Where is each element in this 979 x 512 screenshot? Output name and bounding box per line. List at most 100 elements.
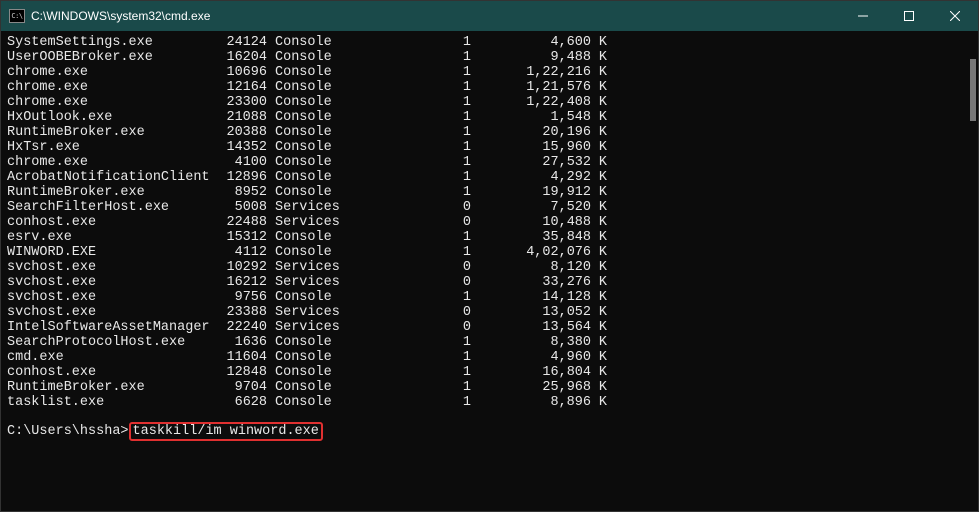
process-name: RuntimeBroker.exe [7, 185, 207, 200]
process-memory: 14,128 [471, 290, 591, 305]
table-row: IntelSoftwareAssetManager22240 Services0… [7, 320, 972, 335]
process-name: conhost.exe [7, 215, 207, 230]
process-name: HxTsr.exe [7, 140, 207, 155]
process-memory: 16,804 [471, 365, 591, 380]
titlebar[interactable]: C:\ C:\WINDOWS\system32\cmd.exe [1, 1, 978, 31]
process-name: AcrobatNotificationClient [7, 170, 207, 185]
process-sessnum: 0 [451, 275, 471, 290]
process-pid: 14352 [207, 140, 267, 155]
process-name: UserOOBEBroker.exe [7, 50, 207, 65]
process-session: Console [275, 230, 451, 245]
process-pid: 6628 [207, 395, 267, 410]
process-sessnum: 1 [451, 245, 471, 260]
typed-command[interactable]: taskkill/im winword.exe [133, 424, 319, 439]
process-sessnum: 1 [451, 350, 471, 365]
table-row: UserOOBEBroker.exe16204 Console19,488K [7, 50, 972, 65]
table-row: SearchProtocolHost.exe1636 Console18,380… [7, 335, 972, 350]
process-pid: 9704 [207, 380, 267, 395]
table-row: RuntimeBroker.exe9704 Console125,968K [7, 380, 972, 395]
process-memory: 4,02,076 [471, 245, 591, 260]
close-button[interactable] [932, 1, 978, 31]
process-session: Console [275, 155, 451, 170]
process-name: chrome.exe [7, 65, 207, 80]
process-mem-unit: K [591, 305, 607, 320]
process-name: svchost.exe [7, 305, 207, 320]
process-memory: 20,196 [471, 125, 591, 140]
process-sessnum: 1 [451, 230, 471, 245]
process-sessnum: 1 [451, 140, 471, 155]
command-highlight: taskkill/im winword.exe [129, 422, 323, 441]
table-row: svchost.exe9756 Console114,128K [7, 290, 972, 305]
process-session: Console [275, 185, 451, 200]
process-mem-unit: K [591, 185, 607, 200]
process-pid: 4112 [207, 245, 267, 260]
process-mem-unit: K [591, 380, 607, 395]
process-memory: 1,548 [471, 110, 591, 125]
process-session: Services [275, 320, 451, 335]
process-memory: 8,896 [471, 395, 591, 410]
table-row: svchost.exe16212 Services033,276K [7, 275, 972, 290]
process-memory: 1,22,216 [471, 65, 591, 80]
table-row: tasklist.exe6628 Console18,896K [7, 395, 972, 410]
process-name: WINWORD.EXE [7, 245, 207, 260]
process-sessnum: 1 [451, 395, 471, 410]
process-mem-unit: K [591, 95, 607, 110]
table-row: conhost.exe22488 Services010,488K [7, 215, 972, 230]
process-pid: 9756 [207, 290, 267, 305]
process-mem-unit: K [591, 140, 607, 155]
process-name: SearchProtocolHost.exe [7, 335, 207, 350]
process-memory: 35,848 [471, 230, 591, 245]
process-session: Console [275, 170, 451, 185]
process-name: RuntimeBroker.exe [7, 380, 207, 395]
window-title: C:\WINDOWS\system32\cmd.exe [31, 9, 210, 23]
process-mem-unit: K [591, 395, 607, 410]
process-name: cmd.exe [7, 350, 207, 365]
process-mem-unit: K [591, 275, 607, 290]
process-name: svchost.exe [7, 290, 207, 305]
process-memory: 4,960 [471, 350, 591, 365]
process-pid: 12896 [207, 170, 267, 185]
minimize-button[interactable] [840, 1, 886, 31]
table-row: chrome.exe10696 Console11,22,216K [7, 65, 972, 80]
prompt-line[interactable]: C:\Users\hssha>taskkill/im winword.exe [7, 424, 972, 440]
table-row: RuntimeBroker.exe8952 Console119,912K [7, 185, 972, 200]
process-sessnum: 1 [451, 380, 471, 395]
maximize-button[interactable] [886, 1, 932, 31]
table-row: RuntimeBroker.exe20388 Console120,196K [7, 125, 972, 140]
process-sessnum: 1 [451, 335, 471, 350]
process-sessnum: 1 [451, 125, 471, 140]
process-session: Console [275, 80, 451, 95]
process-memory: 9,488 [471, 50, 591, 65]
process-memory: 15,960 [471, 140, 591, 155]
process-memory: 33,276 [471, 275, 591, 290]
process-sessnum: 1 [451, 185, 471, 200]
process-session: Console [275, 35, 451, 50]
table-row: WINWORD.EXE4112 Console14,02,076K [7, 245, 972, 260]
process-mem-unit: K [591, 260, 607, 275]
process-mem-unit: K [591, 170, 607, 185]
process-pid: 12164 [207, 80, 267, 95]
process-session: Services [275, 215, 451, 230]
process-session: Console [275, 335, 451, 350]
process-memory: 8,380 [471, 335, 591, 350]
process-list: SystemSettings.exe24124 Console14,600KUs… [7, 35, 972, 410]
process-name: chrome.exe [7, 95, 207, 110]
process-pid: 15312 [207, 230, 267, 245]
terminal-body[interactable]: SystemSettings.exe24124 Console14,600KUs… [1, 31, 978, 511]
scrollbar-thumb[interactable] [970, 59, 976, 121]
process-mem-unit: K [591, 335, 607, 350]
table-row: cmd.exe11604 Console14,960K [7, 350, 972, 365]
process-name: esrv.exe [7, 230, 207, 245]
process-session: Console [275, 65, 451, 80]
process-pid: 16204 [207, 50, 267, 65]
process-session: Services [275, 200, 451, 215]
process-pid: 23388 [207, 305, 267, 320]
process-mem-unit: K [591, 65, 607, 80]
process-memory: 1,21,576 [471, 80, 591, 95]
minimize-icon [858, 11, 868, 21]
process-mem-unit: K [591, 245, 607, 260]
process-mem-unit: K [591, 200, 607, 215]
cmd-icon: C:\ [9, 9, 25, 23]
process-pid: 10292 [207, 260, 267, 275]
process-memory: 13,564 [471, 320, 591, 335]
